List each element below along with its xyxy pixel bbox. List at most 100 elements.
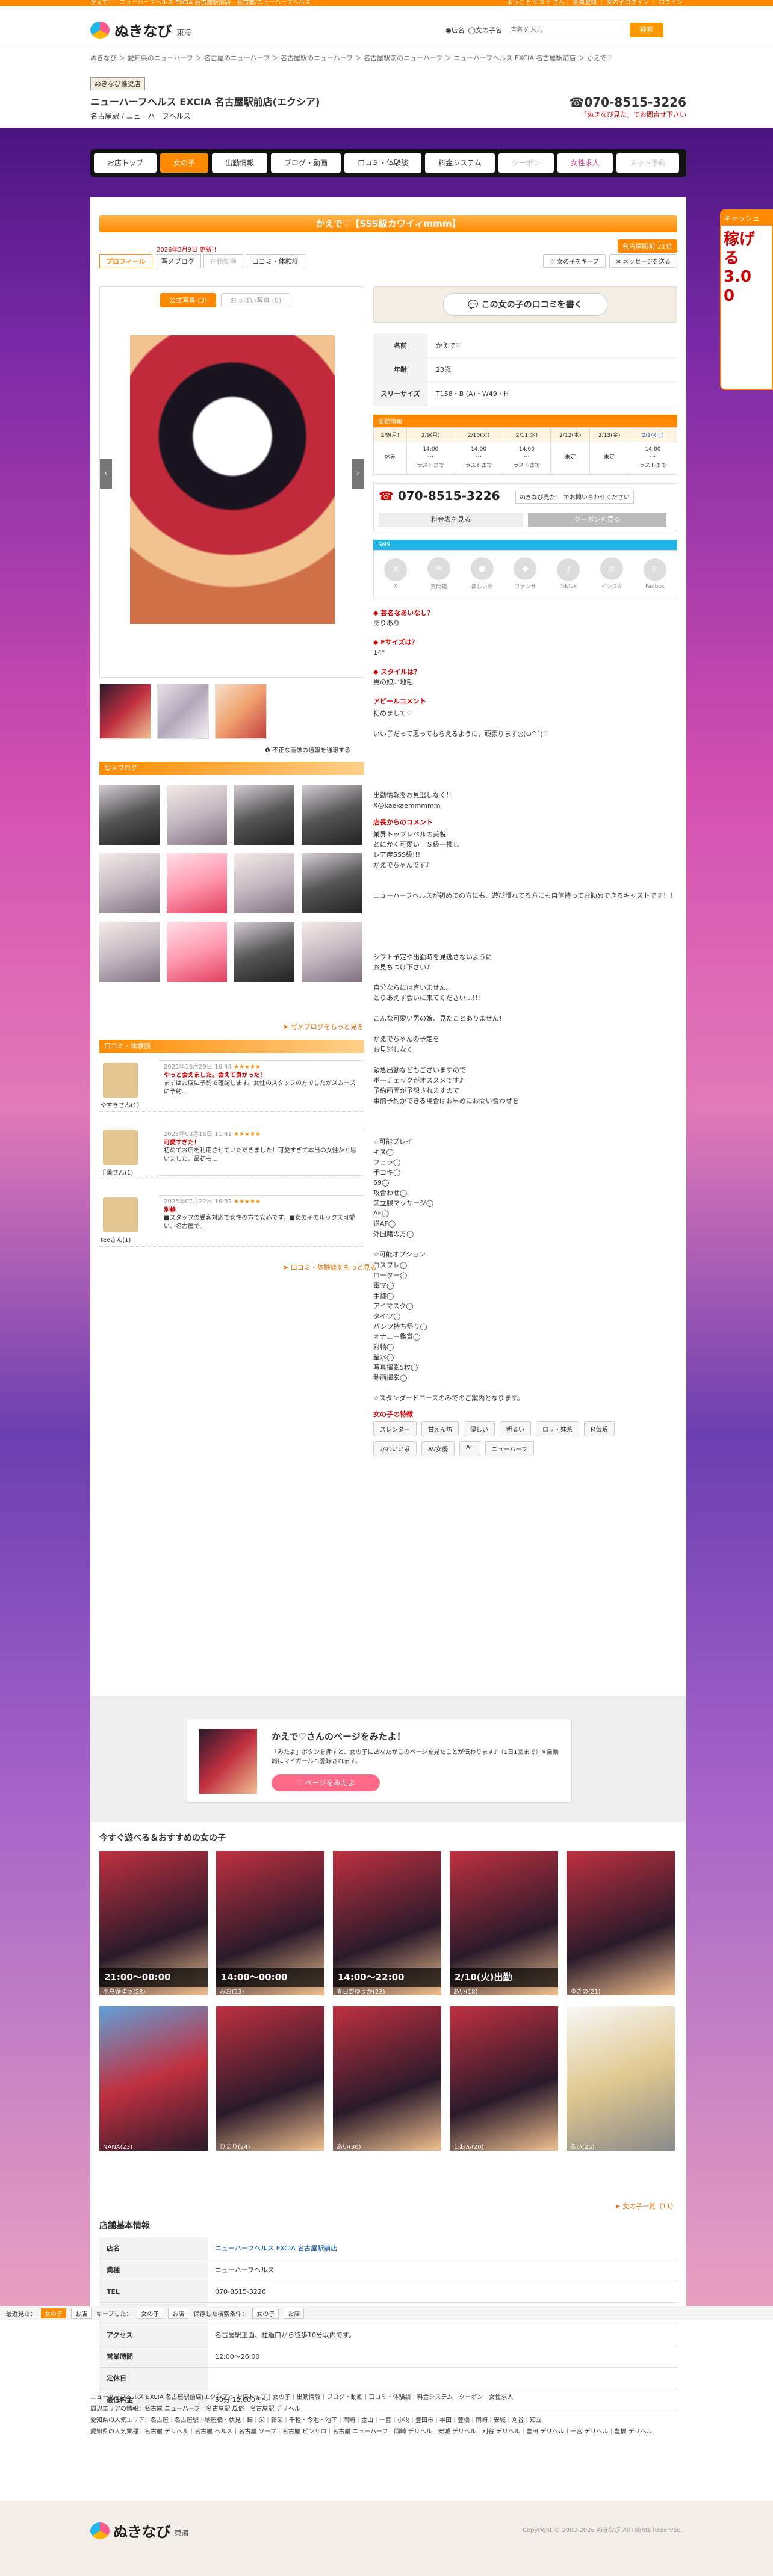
feature-tag[interactable]: スレンダー [373,1421,417,1437]
site-logo[interactable]: ぬきなび 東海 [90,19,191,40]
footer-link-line[interactable]: 周辺エリアの情報：名古屋 ニューハーフ｜名古屋駅 風俗｜名古屋駅 デリヘル [90,2403,686,2415]
breadcrumb[interactable]: ぬきなび ＞ 愛知県のニューハーフ ＞ 名古屋のニューハーフ ＞ 名古屋駅のニュ… [90,53,686,63]
search-option-girl[interactable]: ◯女の子名 [468,25,502,35]
sns-link[interactable]: ◎ インスタ [600,557,624,590]
keep-button[interactable]: ♡ 女の子をキープ [543,254,606,268]
sns-link[interactable]: XX [383,558,407,590]
recent-girl-button[interactable]: 女の子 [41,2308,66,2318]
review-box[interactable]: 2025年08月16日 11:41 ★★★★★ 可愛すぎた！ 初めてお店を利用させて… [160,1128,364,1176]
review-box[interactable]: 2025年07月22日 16:32 ★★★★★ 別格 ■スタッフの受客対応で女性の方… [160,1195,364,1243]
footer-link-line[interactable]: 愛知県の人気業種：名古屋 デリヘル｜名古屋 ヘルス｜名古屋 ソープ｜名古屋 ピン… [90,2426,686,2438]
feature-tag[interactable]: 優しい [464,1421,495,1437]
recommend-girl-card[interactable]: 21:00〜00:00 小鳥遊ゆう(28) [99,1851,208,1995]
search-input[interactable] [505,23,626,37]
recent-shop-button[interactable]: お店 [71,2307,92,2319]
recommend-girl-card[interactable]: 14:00〜22:00 春日野ゆうか(23) [333,1851,441,1995]
blog-image[interactable] [302,785,362,845]
blog-image[interactable] [302,853,362,913]
blog-image[interactable] [234,785,294,845]
search-button[interactable]: 検索 [629,23,663,37]
blog-more-link[interactable]: ➤ 写メブログをもっと見る [283,1022,364,1031]
recommend-girl-card[interactable]: ゆきの(21) [567,1851,675,1995]
photo-thumbnail[interactable] [157,684,209,739]
profile-tab[interactable]: 写メブログ [154,254,201,268]
footer-logo[interactable]: ぬきなび 東海 [90,2520,189,2541]
sns-link[interactable]: ✉ 質問箱 [427,557,450,590]
breast-photo-tab[interactable]: おっぱい写真 (0) [221,293,291,307]
recommend-girl-card[interactable]: NANA(23) [99,2006,208,2151]
blog-image[interactable] [99,785,160,845]
price-list-button[interactable]: 料金表を見る [379,512,523,527]
review-item[interactable]: 千葉さん(1) 2025年08月16日 11:41 ★★★★★ 可愛すぎた！ 初めてお… [99,1125,364,1179]
nav-item[interactable]: 出勤情報 [212,153,268,173]
blog-image[interactable] [302,922,362,982]
report-image-link[interactable]: ❶ 不正な画像の通報を通報する [265,745,350,754]
keep-shop-button[interactable]: お店 [168,2307,189,2319]
shop-tel-number[interactable]: ☎070-8515-3226 [569,95,686,110]
reviewer-name[interactable]: 千葉さん(1) [101,1167,133,1176]
recommend-girl-card[interactable]: 14:00〜00:00 みお(23) [216,1851,324,1995]
message-button[interactable]: ✉ メッセージを送る [609,254,677,268]
blog-image[interactable] [234,853,294,913]
recommend-girl-card[interactable]: しおん(20) [450,2006,558,2151]
photo-thumbnail[interactable] [215,684,267,739]
search-option-shop[interactable]: ◉店名 [445,25,465,35]
sns-link[interactable]: F Fanbox [643,558,666,590]
recommend-girl-card[interactable]: ひまり(24) [216,2006,324,2151]
nav-item[interactable]: 料金システム [425,153,495,173]
profile-tab[interactable]: 口コミ・体験談 [245,254,305,268]
feature-tag[interactable]: かわいい系 [373,1441,417,1457]
main-photo[interactable] [130,335,335,624]
feature-tag[interactable]: AV女優 [421,1441,455,1457]
shop-name-link[interactable]: ニューハーフヘルス EXCIA 名古屋駅前店 [215,2244,337,2252]
nav-item[interactable]: お店トップ [94,153,157,173]
saved-shop-button[interactable]: お店 [284,2307,305,2319]
girl-list-link[interactable]: ➤ 女の子一覧（11） [615,2201,677,2211]
feature-tag[interactable]: M気系 [584,1421,615,1437]
nav-item[interactable]: クーポン [498,153,554,173]
blog-image[interactable] [167,922,227,982]
feature-tag[interactable]: 甘えん坊 [421,1421,459,1437]
feature-tag[interactable]: ニューハーフ [485,1441,534,1457]
blog-image[interactable] [167,853,227,913]
photo-thumbnail[interactable] [99,684,151,739]
feature-tag[interactable]: AF [459,1441,480,1457]
feature-tag[interactable]: ロリ・妹系 [536,1421,579,1437]
feature-tag[interactable]: 明るい [500,1421,531,1437]
nav-item[interactable]: ネット予約 [616,153,679,173]
profile-tab[interactable]: プロフィール [99,254,152,268]
official-photo-tab[interactable]: 公式写真 (3) [160,293,217,307]
nav-item[interactable]: 女性求人 [557,153,613,173]
blog-image[interactable] [99,922,160,982]
side-banner-ad[interactable]: キャッシュ 稼げ る 3.0 0 [720,209,773,390]
sns-link[interactable]: ♪ TikTok [557,558,580,590]
footer-link-line[interactable]: ニューハーフヘルス EXCIA 名古屋駅前店(エクシア)：お店トップ｜女の子｜出… [90,2392,686,2403]
keep-girl-button[interactable]: 女の子 [137,2307,164,2319]
saved-girl-button[interactable]: 女の子 [252,2307,279,2319]
coupon-button[interactable]: クーポンを見る [528,512,666,527]
reviews-more-link[interactable]: ➤ 口コミ・体験談をもっと見る [283,1262,377,1272]
blog-image[interactable] [234,922,294,982]
prev-arrow-icon[interactable]: ‹ [100,459,112,489]
recommend-girl-card[interactable]: るい(25) [567,2006,675,2151]
sns-link[interactable]: ◆ ファンサ [514,557,537,590]
recommend-girl-card[interactable]: あい(30) [333,2006,441,2151]
profile-tab[interactable]: 在籍動画 [203,254,243,268]
recommend-girl-card[interactable]: 2/10(火)出勤 あい(18) [450,1851,558,1995]
write-review-button[interactable]: 💬 この女の子の口コミを書く [443,293,607,316]
mitayo-button[interactable]: ♡ ページをみたよ [272,1774,380,1791]
nav-item[interactable]: ブログ・動画 [271,153,341,173]
info-value[interactable]: ニューハーフヘルス EXCIA 名古屋駅前店 [208,2237,677,2259]
reviewer-name[interactable]: やすきさん(1) [101,1100,139,1109]
sns-link[interactable]: ● ほしい物 [470,557,494,590]
footer-link-line[interactable]: 愛知県の人気エリア：名古屋｜名古屋駅｜納屋橋・伏見｜錦｜栄｜新栄｜千種・今池・池… [90,2415,686,2426]
blog-image[interactable] [99,853,160,913]
review-item[interactable]: やすきさん(1) 2025年10月29日 16:44 ★★★★★ やっと会えました。… [99,1058,364,1112]
review-item[interactable]: teoさん(1) 2025年07月22日 16:32 ★★★★★ 別格 ■スタッフの受… [99,1193,364,1247]
blog-image[interactable] [167,785,227,845]
shop-tel[interactable]: ☎070-8515-3226 「ぬきなび見た」でお問合せ下さい [569,95,686,119]
nav-item[interactable]: 女の子 [160,153,209,173]
top-bar-user-links[interactable]: ようこそ ゲスト さん｜ 会員登録 ｜ 女の子ログイン ｜ ログイン [507,0,683,6]
reviewer-name[interactable]: teoさん(1) [101,1235,131,1244]
next-arrow-icon[interactable]: › [352,459,364,489]
